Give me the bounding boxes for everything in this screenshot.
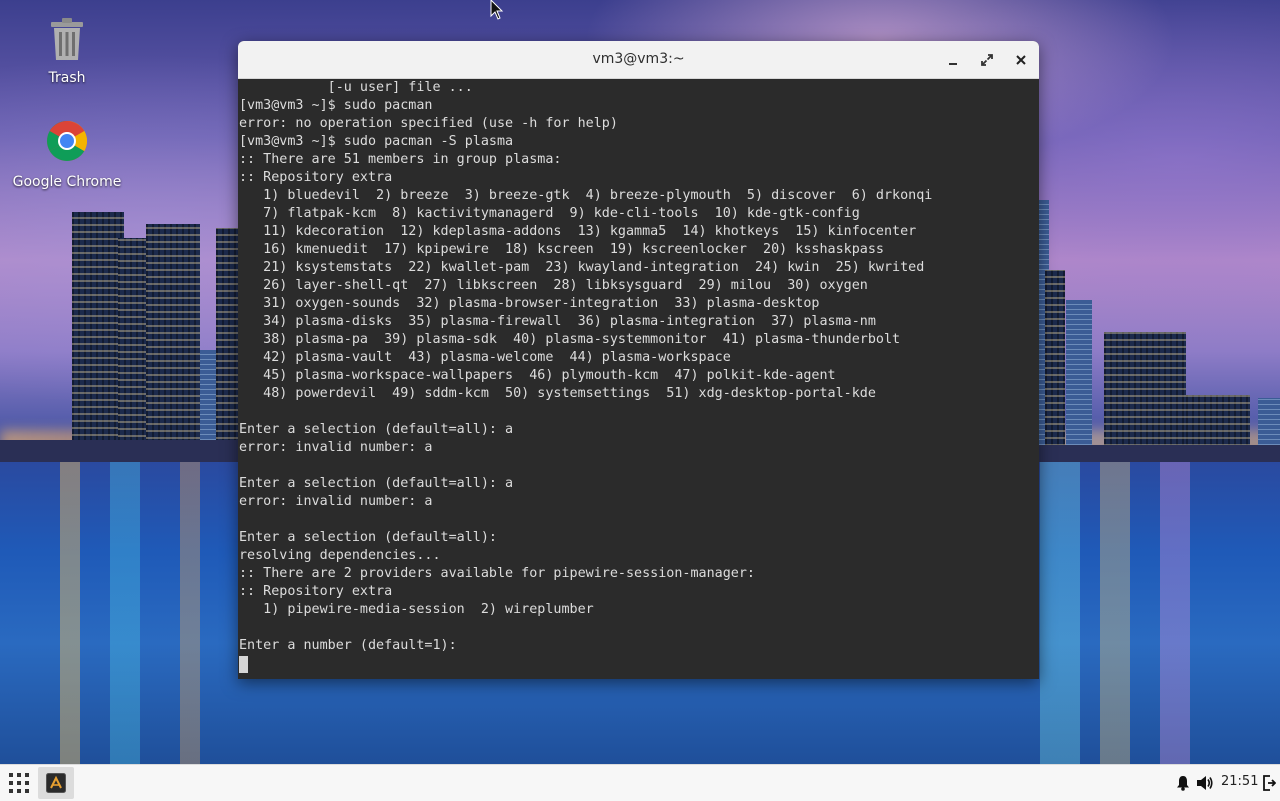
terminal-output[interactable]: [-u user] file ... [vm3@vm3 ~]$ sudo pacm… bbox=[238, 79, 1039, 679]
terminal-line: 31) oxygen-sounds 32) plasma-browser-int… bbox=[239, 296, 820, 311]
trash-icon bbox=[47, 16, 87, 64]
bell-icon bbox=[1177, 776, 1189, 791]
desktop-icon-trash[interactable]: Trash bbox=[12, 16, 122, 86]
terminal-cursor bbox=[239, 656, 248, 673]
desktop-icon-label: Google Chrome bbox=[12, 174, 122, 190]
terminal-line: :: There are 51 members in group plasma: bbox=[239, 152, 562, 167]
terminal-line: 11) kdecoration 12) kdeplasma-addons 13)… bbox=[239, 224, 917, 239]
terminal-line: :: There are 2 providers available for p… bbox=[239, 566, 755, 581]
terminal-line: Enter a number (default=1): bbox=[239, 638, 457, 653]
terminal-line: [-u user] file ... bbox=[239, 80, 473, 95]
terminal-line: 7) flatpak-kcm 8) kactivitymanagerd 9) k… bbox=[239, 206, 860, 221]
notifications-button[interactable] bbox=[1175, 775, 1191, 791]
maximize-button[interactable] bbox=[976, 49, 998, 71]
terminal-window[interactable]: vm3@vm3:~ [-u user] file ... [vm3@vm3 ~]$… bbox=[238, 41, 1039, 679]
terminal-line: 42) plasma-vault 43) plasma-welcome 44) … bbox=[239, 350, 731, 365]
desktop-icon-label: Trash bbox=[48, 70, 86, 86]
terminal-line: error: invalid number: a bbox=[239, 494, 433, 509]
terminal-line: 21) ksystemstats 22) kwallet-pam 23) kwa… bbox=[239, 260, 925, 275]
window-titlebar[interactable]: vm3@vm3:~ bbox=[238, 41, 1039, 79]
terminal-line: :: Repository extra bbox=[239, 170, 393, 185]
volume-button[interactable] bbox=[1196, 775, 1214, 791]
terminal-cursor-line bbox=[239, 655, 1039, 673]
terminal-line: Enter a selection (default=all): bbox=[239, 530, 497, 545]
terminal-line: error: invalid number: a bbox=[239, 440, 433, 455]
terminal-line: 26) layer-shell-qt 27) libkscreen 28) li… bbox=[239, 278, 868, 293]
minimize-button[interactable] bbox=[942, 49, 964, 71]
terminal-line: 34) plasma-disks 35) plasma-firewall 36)… bbox=[239, 314, 876, 329]
window-title: vm3@vm3:~ bbox=[592, 51, 685, 67]
clock[interactable]: 21:51 bbox=[1221, 774, 1258, 789]
terminal-line: 38) plasma-pa 39) plasma-sdk 40) plasma-… bbox=[239, 332, 901, 347]
terminal-line: Enter a selection (default=all): a bbox=[239, 422, 514, 437]
terminal-line: 48) powerdevil 49) sddm-kcm 50) systemse… bbox=[239, 386, 876, 401]
app-grid-icon bbox=[9, 773, 29, 793]
terminal-line: error: no operation specified (use -h fo… bbox=[239, 116, 618, 131]
logout-icon bbox=[1263, 775, 1277, 791]
taskbar: 21:51 bbox=[0, 764, 1280, 801]
mouse-cursor-icon bbox=[490, 0, 504, 20]
taskbar-terminal-button[interactable] bbox=[38, 767, 74, 799]
terminal-line: 45) plasma-workspace-wallpapers 46) plym… bbox=[239, 368, 836, 383]
volume-icon bbox=[1197, 776, 1213, 790]
desktop-icon-chrome[interactable]: Google Chrome bbox=[12, 120, 122, 190]
chrome-icon bbox=[46, 120, 88, 162]
terminal-app-icon bbox=[46, 773, 66, 793]
logout-button[interactable] bbox=[1262, 775, 1277, 791]
maximize-icon bbox=[981, 54, 993, 66]
minimize-icon bbox=[949, 63, 957, 65]
terminal-line: resolving dependencies... bbox=[239, 548, 441, 563]
app-launcher-button[interactable] bbox=[8, 772, 30, 794]
terminal-line: [vm3@vm3 ~]$ sudo pacman bbox=[239, 98, 433, 113]
terminal-line: :: Repository extra bbox=[239, 584, 393, 599]
terminal-line: 16) kmenuedit 17) kpipewire 18) kscreen … bbox=[239, 242, 884, 257]
terminal-line: Enter a selection (default=all): a bbox=[239, 476, 514, 491]
terminal-line: 1) pipewire-media-session 2) wireplumber bbox=[239, 602, 594, 617]
close-button[interactable] bbox=[1010, 49, 1032, 71]
terminal-line: [vm3@vm3 ~]$ sudo pacman -S plasma bbox=[239, 134, 514, 149]
terminal-line: 1) bluedevil 2) breeze 3) breeze-gtk 4) … bbox=[239, 188, 933, 203]
close-icon bbox=[1016, 55, 1026, 65]
